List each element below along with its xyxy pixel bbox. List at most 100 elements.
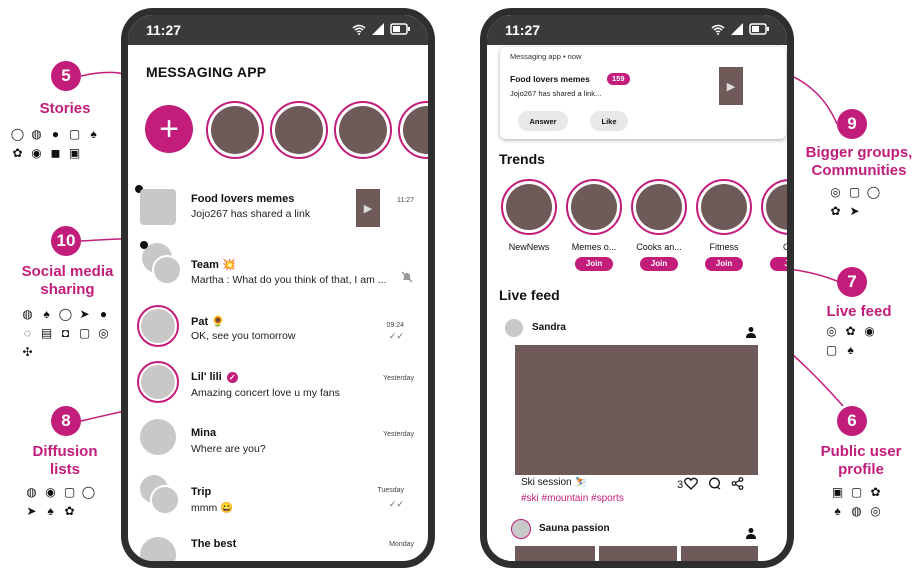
slack-icon: ✣ [22,344,33,359]
post-author-avatar[interactable] [505,319,523,337]
clock: 11:27 [505,22,541,38]
play-icon: ▶ [363,202,373,215]
story-avatar[interactable] [334,101,392,159]
snapchat-icon: ♠ [847,342,854,357]
post-image[interactable] [681,546,758,561]
viber-icon: ◎ [870,503,881,518]
chat-list-item[interactable]: Trip mmm 😀 Tuesday ✓✓ [128,475,428,531]
chat-time: 11:27 [397,197,414,204]
chat-preview: Martha : What do you think of that, I am… [191,274,387,286]
post-author-avatar[interactable] [511,519,531,539]
user-profile-icon[interactable] [745,325,757,338]
whatsapp-icon: ◯ [58,306,73,321]
trend-item[interactable]: Fitness Join [694,179,754,271]
post-image[interactable] [515,546,595,561]
whatsapp-icon: ◯ [10,126,25,141]
chat-list-item[interactable]: Food lovers memes Jojo267 has shared a l… [128,183,428,239]
whatsapp-icon: ◯ [866,184,881,199]
chat-preview: mmm 😀 [191,502,234,514]
signal-icon: ● [99,306,108,321]
story-avatar[interactable] [270,101,328,159]
post-image[interactable] [599,546,677,561]
chat-list-item[interactable]: The best Monday [128,531,428,561]
profile-label-line2: profile [838,461,884,478]
whatsapp-icon: ◯ [81,484,96,499]
answer-button[interactable]: Answer [518,111,568,131]
post-author-name[interactable]: Sandra [532,322,566,333]
join-button[interactable]: Jo [770,257,787,271]
snapchat-icon: ♠ [43,306,50,321]
instagram-icon: ▢ [63,484,76,499]
instagram-icon: ▢ [848,184,861,199]
profile-label-line1: Public user [820,443,902,460]
chat-time: 09:24 [386,322,404,329]
post-caption: Ski session ⛷️ [521,477,587,488]
trend-item[interactable]: Cooks an... Join [629,179,689,271]
group-avatar-front [152,255,182,285]
chat-preview: Where are you? [191,443,266,455]
diffusion-label-line1: Diffusion [32,443,98,460]
like-count[interactable]: 3 [677,477,698,493]
instagram-icon: ▢ [78,325,91,340]
livefeed-number-badge: 7 [837,267,867,297]
join-button[interactable]: Join [705,257,743,271]
line-icon: ◉ [31,145,42,160]
chat-name: Mina [191,427,217,439]
avatar-with-story [137,305,179,347]
muted-bell-icon [400,270,414,289]
chat-list-item[interactable]: Mina Where are you? Yesterday [128,417,428,473]
instagram-icon: ▢ [850,484,863,499]
join-button[interactable]: Join [640,257,678,271]
share-icon[interactable] [731,477,744,493]
link-thumbnail[interactable]: ▶ [356,189,380,227]
post-author-name[interactable]: Sauna passion [539,523,610,534]
messenger-icon: ◍ [22,306,33,321]
user-profile-icon[interactable] [745,526,757,539]
add-story-button[interactable]: + [145,105,193,153]
chat-time: Tuesday [377,487,404,494]
chat-name: Food lovers memes [191,193,295,205]
profile-number-badge: 6 [837,406,867,436]
groups-label-line1: Bigger groups, [805,144,913,161]
wechat-icon: ✿ [830,203,841,218]
chat-time: Yesterday [383,431,414,438]
battery-icon [390,22,410,38]
viber-icon: ◎ [98,325,109,340]
groups-app-icons: ◎ ▢ ◯ ✿ ➤ [828,184,893,218]
groups-label: Bigger groups, Communities [804,144,914,180]
trend-item[interactable]: NewNews [499,179,559,252]
instagram-icon: ▢ [68,126,81,141]
social-app-icons: ◍ ♠ ◯ ➤ ● ◌ ▤ ◘ ▢ ◎ ✣ [20,306,120,359]
trend-item[interactable]: Memes o... Join [564,179,624,271]
snapchat-icon: ♠ [47,503,54,518]
teams-icon: ▣ [68,145,81,160]
heart-icon[interactable] [684,477,698,493]
chat-list-item[interactable]: Pat 🌻 OK, see you tomorrow 09:24 ✓✓ [128,305,428,361]
post-image[interactable] [515,345,758,475]
unread-dot [140,241,148,249]
post-hashtags[interactable]: #ski #mountain #sports [521,493,624,504]
diffusion-number-badge: 8 [51,406,81,436]
stories-number-badge: 5 [51,61,81,91]
play-icon: ▶ [726,80,736,93]
chat-list-item[interactable]: Team 💥 Martha : What do you think of tha… [128,241,428,299]
sms-icon: ▤ [40,325,53,340]
like-button[interactable]: Like [590,111,628,131]
comment-icon[interactable] [708,477,721,493]
phone-messaging-list: 11:27 MESSAGING APP + Food lovers memes … [121,8,435,568]
chat-list-item[interactable]: Lil' lili ✓ Amazing concert love u my fa… [128,361,428,417]
notification-count-badge: 159 [607,73,630,85]
diffusion-label-line2: lists [49,461,80,478]
clock: 11:27 [146,22,182,38]
chat-name: Trip [191,486,212,498]
story-avatar[interactable] [398,101,428,159]
avatar [140,537,176,561]
signal-icon [372,22,384,38]
trend-item[interactable]: Ou Jo [759,179,787,271]
join-button[interactable]: Join [575,257,613,271]
chat-preview: Amazing concert love u my fans [191,387,340,399]
trend-name: Fitness [709,242,739,252]
push-notification[interactable]: Messaging app • now Food lovers memes 15… [500,47,786,139]
story-avatar[interactable] [206,101,264,159]
trends-title: Trends [499,151,545,167]
